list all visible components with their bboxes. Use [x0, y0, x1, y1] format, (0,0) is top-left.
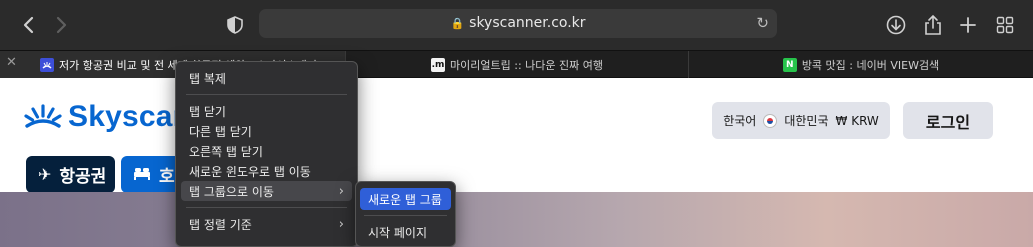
- menu-separator: [186, 94, 347, 95]
- tab-label: 마이리얼트립 :: 나다운 진짜 여행: [450, 58, 603, 72]
- browser-toolbar: 🔒 skyscanner.co.kr ↻: [0, 0, 1033, 50]
- tab-context-menu: 탭 복제 탭 닫기 다른 탭 닫기 오른쪽 탭 닫기 새로운 윈도우로 탭 이동…: [175, 61, 358, 247]
- menu-item-label: 탭 복제: [189, 71, 226, 86]
- url-text: skyscanner.co.kr: [469, 15, 586, 31]
- korea-flag-icon: [763, 113, 778, 128]
- airplane-icon: ✈: [38, 165, 52, 184]
- login-button[interactable]: 로그인: [903, 102, 993, 139]
- browser-window: 🔒 skyscanner.co.kr ↻ ✕ 저가 항공권 비교 및 전 세계 항…: [0, 0, 1033, 247]
- tab-group-submenu: 새로운 탭 그룹 시작 페이지: [355, 181, 456, 247]
- lock-icon: 🔒: [450, 17, 465, 30]
- tab-label: 방콕 맛집 : 네이버 VIEW검색: [801, 58, 940, 72]
- menu-item-label: 오른쪽 탭 닫기: [189, 144, 263, 159]
- nav-flights-label: 항공권: [59, 167, 107, 187]
- grid-icon[interactable]: [991, 11, 1019, 39]
- chevron-right-icon: ›: [338, 216, 344, 232]
- menu-item-label: 새로운 윈도우로 탭 이동: [189, 164, 311, 179]
- locale-button[interactable]: 한국어 대한민국 ₩ KRW: [712, 102, 890, 139]
- skyscanner-icon: [40, 57, 54, 72]
- forward-icon[interactable]: [48, 11, 76, 39]
- close-icon[interactable]: ✕: [6, 55, 17, 70]
- share-icon[interactable]: [919, 11, 947, 39]
- reload-icon[interactable]: ↻: [756, 14, 769, 32]
- hero-image: [0, 192, 1033, 247]
- menu-item-duplicate-tab[interactable]: 탭 복제: [181, 68, 352, 88]
- download-icon[interactable]: [882, 11, 910, 39]
- nav-flights[interactable]: ✈ 항공권: [26, 156, 115, 193]
- menu-item-label: 탭 닫기: [189, 104, 226, 119]
- menu-item-close-tab[interactable]: 탭 닫기: [181, 101, 352, 121]
- language-label: 한국어: [723, 114, 757, 128]
- plus-icon[interactable]: [954, 11, 982, 39]
- menu-item-move-to-new-window[interactable]: 새로운 윈도우로 탭 이동: [181, 161, 352, 181]
- submenu-separator: [364, 215, 447, 216]
- menu-item-move-to-tab-group[interactable]: 탭 그룹으로 이동 ›: [181, 181, 352, 201]
- myrealtrip-icon: .m: [431, 57, 446, 72]
- bed-icon: [133, 165, 151, 184]
- currency-label: ₩ KRW: [835, 113, 879, 128]
- web-page: Skyscanner 한국어 대한민국 ₩ KRW 로그인 ✈ 항공권 호텔: [0, 78, 1033, 247]
- sunrise-logo-icon: [24, 104, 62, 128]
- submenu-item-start-page[interactable]: 시작 페이지: [360, 221, 451, 243]
- tab-bar: ✕ 저가 항공권 비교 및 전 세계 항공편 예약 | 스카이스캐너 .m 마이…: [0, 50, 1033, 78]
- menu-item-close-other-tabs[interactable]: 다른 탭 닫기: [181, 121, 352, 141]
- menu-item-close-tabs-right[interactable]: 오른쪽 탭 닫기: [181, 141, 352, 161]
- country-label: 대한민국: [784, 114, 829, 128]
- shield-icon[interactable]: [221, 11, 249, 39]
- chevron-right-icon: ›: [338, 183, 344, 199]
- address-bar[interactable]: 🔒 skyscanner.co.kr ↻: [259, 9, 777, 38]
- menu-separator: [186, 207, 347, 208]
- naver-icon: N: [782, 57, 797, 72]
- menu-item-sort-tabs-by[interactable]: 탭 정렬 기준 ›: [181, 214, 352, 234]
- back-icon[interactable]: [14, 11, 42, 39]
- tab-myrealtrip[interactable]: .m 마이리얼트립 :: 나다운 진짜 여행: [345, 51, 688, 78]
- submenu-item-new-tab-group[interactable]: 새로운 탭 그룹: [360, 188, 451, 210]
- menu-item-label: 탭 정렬 기준: [189, 217, 252, 232]
- menu-item-label: 탭 그룹으로 이동: [189, 184, 274, 199]
- tab-naver[interactable]: N 방콕 맛집 : 네이버 VIEW검색: [688, 51, 1033, 78]
- menu-item-label: 다른 탭 닫기: [189, 124, 252, 139]
